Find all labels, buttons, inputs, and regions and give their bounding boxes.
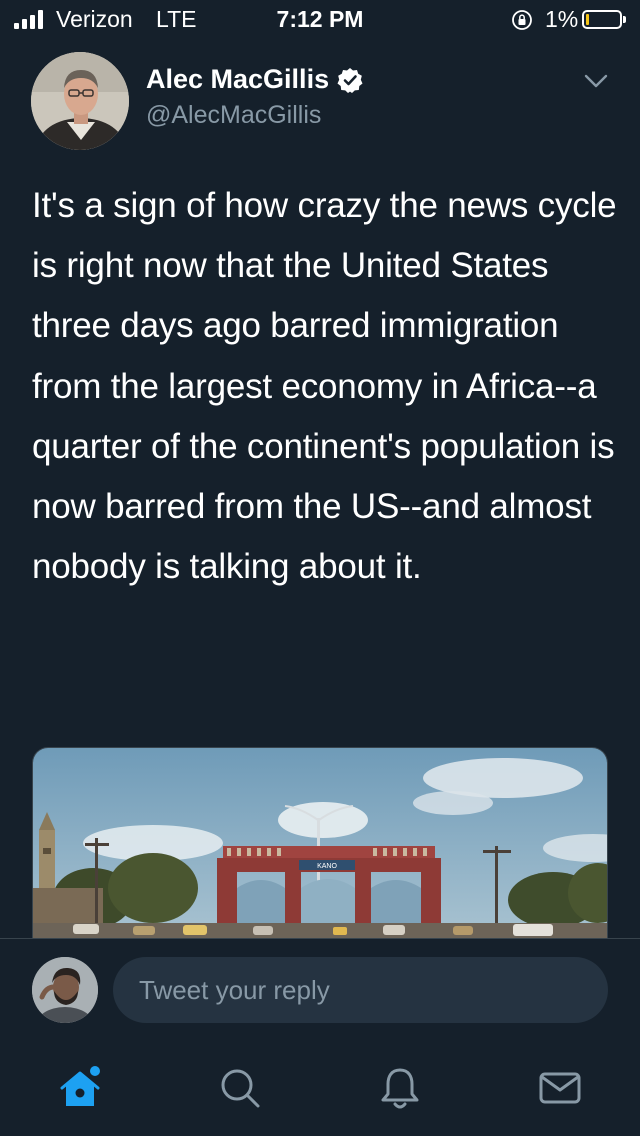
- reply-bar: [0, 938, 640, 1041]
- home-icon: [60, 1066, 100, 1106]
- author-name-row[interactable]: Alec MacGillis: [146, 64, 363, 95]
- battery-icon: [582, 10, 626, 29]
- tweet-media-image[interactable]: KANO: [32, 747, 608, 938]
- gate-sign-text: KANO: [317, 863, 337, 870]
- city-gate-photo: KANO: [33, 748, 607, 938]
- battery-percent: 1%: [545, 6, 579, 32]
- author-name[interactable]: Alec MacGillis: [146, 64, 329, 95]
- author-avatar[interactable]: [31, 52, 129, 150]
- tab-search[interactable]: [216, 1064, 264, 1112]
- author-handle[interactable]: @AlecMacGillis: [146, 101, 321, 130]
- home-badge-dot: [90, 1066, 100, 1076]
- status-time: 7:12 PM: [276, 6, 364, 32]
- battery-level-fill: [586, 14, 589, 25]
- orientation-lock-icon: [512, 10, 532, 30]
- search-icon: [221, 1069, 260, 1108]
- user-avatar[interactable]: [32, 957, 98, 1023]
- tab-bar: [0, 1040, 640, 1136]
- tab-notifications[interactable]: [376, 1064, 424, 1112]
- mail-icon: [539, 1072, 581, 1104]
- reply-input[interactable]: [113, 957, 608, 1023]
- bell-icon: [381, 1068, 419, 1109]
- tab-home[interactable]: [56, 1064, 104, 1112]
- status-bar: Verizon LTE 7:12 PM 1%: [0, 0, 640, 40]
- tab-messages[interactable]: [536, 1064, 584, 1112]
- chevron-down-icon[interactable]: [582, 70, 610, 92]
- tweet-text: It's a sign of how crazy the news cycle …: [32, 186, 617, 587]
- verified-badge-icon: [337, 67, 363, 93]
